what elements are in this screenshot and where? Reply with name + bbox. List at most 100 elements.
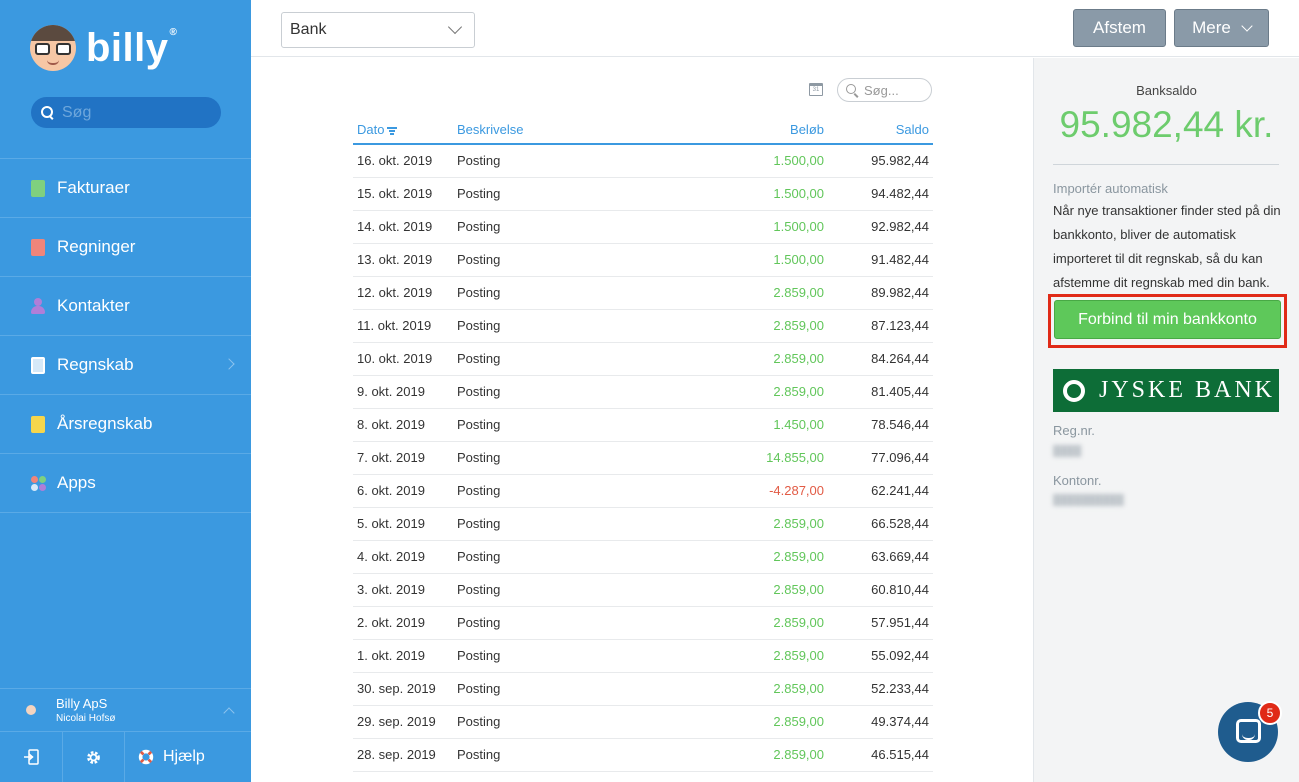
table-row[interactable]: 16. okt. 2019 Posting 1.500,00 95.982,44: [353, 144, 933, 178]
user-name: Nicolai Hofsø: [56, 713, 116, 724]
cell-balance: 91.482,44: [828, 243, 933, 277]
sidebar-search-input[interactable]: [62, 103, 212, 122]
cell-amount: 1.500,00: [653, 210, 828, 244]
sidebar-item-fakturaer[interactable]: Fakturaer: [0, 159, 251, 218]
table-row[interactable]: 2. okt. 2019 Posting 2.859,00 57.951,44: [353, 606, 933, 640]
table-row[interactable]: 29. sep. 2019 Posting 2.859,00 49.374,44: [353, 705, 933, 739]
reg-number-value-redacted: ████: [1053, 446, 1082, 457]
billy-logo[interactable]: billy®: [30, 20, 177, 76]
more-button[interactable]: Mere: [1174, 9, 1269, 47]
cell-description: Posting: [453, 309, 653, 343]
sidebar-search[interactable]: [31, 97, 221, 128]
table-row[interactable]: 30. sep. 2019 Posting 2.859,00 52.233,44: [353, 672, 933, 706]
cell-date: 9. okt. 2019: [353, 375, 453, 409]
cell-amount: 2.859,00: [653, 672, 828, 706]
table-row[interactable]: 11. okt. 2019 Posting 2.859,00 87.123,44: [353, 309, 933, 343]
table-row[interactable]: 12. okt. 2019 Posting 2.859,00 89.982,44: [353, 276, 933, 310]
cell-balance: 94.482,44: [828, 177, 933, 211]
cell-balance: 87.123,44: [828, 309, 933, 343]
cell-date: 10. okt. 2019: [353, 342, 453, 376]
table-row[interactable]: 6. okt. 2019 Posting -4.287,00 62.241,44: [353, 474, 933, 508]
cell-balance: 77.096,44: [828, 441, 933, 475]
settings-button[interactable]: [63, 732, 125, 782]
sort-icon: [387, 126, 398, 135]
cell-amount: 2.859,00: [653, 507, 828, 541]
column-header-balance[interactable]: Saldo: [828, 116, 933, 145]
cell-amount: -4.287,00: [653, 474, 828, 508]
table-search-input[interactable]: [864, 82, 924, 98]
cell-description: Posting: [453, 705, 653, 739]
table-row[interactable]: 7. okt. 2019 Posting 14.855,00 77.096,44: [353, 441, 933, 475]
annual-report-icon: [31, 415, 45, 433]
sidebar-item-aarsregnskab[interactable]: Årsregnskab: [0, 395, 251, 454]
cell-description: Posting: [453, 672, 653, 706]
bank-account-select[interactable]: Bank: [281, 12, 475, 48]
cell-date: 11. okt. 2019: [353, 309, 453, 343]
more-button-label: Mere: [1192, 18, 1231, 37]
help-label: Hjælp: [163, 748, 205, 765]
cell-date: 6. okt. 2019: [353, 474, 453, 508]
top-bar: Bank Afstem Mere: [251, 0, 1299, 57]
table-row[interactable]: 8. okt. 2019 Posting 1.450,00 78.546,44: [353, 408, 933, 442]
reconcile-button-label: Afstem: [1093, 18, 1146, 37]
cell-balance: 57.951,44: [828, 606, 933, 640]
cell-description: Posting: [453, 375, 653, 409]
cell-balance: 52.233,44: [828, 672, 933, 706]
calendar-icon[interactable]: 31: [809, 83, 823, 96]
reconcile-button[interactable]: Afstem: [1073, 9, 1166, 47]
table-row[interactable]: 10. okt. 2019 Posting 2.859,00 84.264,44: [353, 342, 933, 376]
sidebar-item-apps[interactable]: Apps: [0, 454, 251, 513]
sidebar-item-regnskab[interactable]: Regnskab: [0, 336, 251, 395]
cell-date: 7. okt. 2019: [353, 441, 453, 475]
column-header-amount[interactable]: Beløb: [653, 116, 828, 145]
sidebar-item-kontakter[interactable]: Kontakter: [0, 277, 251, 336]
cell-balance: 84.264,44: [828, 342, 933, 376]
sidebar-bottom-bar: Hjælp: [0, 731, 251, 782]
sidebar-item-label: Årsregnskab: [57, 414, 153, 433]
table-row[interactable]: 1. okt. 2019 Posting 2.859,00 55.092,44: [353, 639, 933, 673]
reg-number-label: Reg.nr.: [1053, 423, 1095, 438]
cell-amount: 1.500,00: [653, 243, 828, 277]
table-row[interactable]: 3. okt. 2019 Posting 2.859,00 60.810,44: [353, 573, 933, 607]
connect-bank-button-label: Forbind til min bankkonto: [1078, 310, 1257, 328]
brand-name: billy®: [86, 26, 178, 70]
cell-date: 14. okt. 2019: [353, 210, 453, 244]
cell-description: Posting: [453, 408, 653, 442]
billy-mascot-icon: [30, 25, 76, 71]
cell-date: 30. sep. 2019: [353, 672, 453, 706]
lifebuoy-icon: [138, 749, 154, 765]
cell-amount: 14.855,00: [653, 441, 828, 475]
sidebar-item-label: Fakturaer: [57, 178, 130, 197]
cell-amount: 2.859,00: [653, 276, 828, 310]
table-search[interactable]: [837, 78, 932, 102]
table-row[interactable]: 5. okt. 2019 Posting 2.859,00 66.528,44: [353, 507, 933, 541]
cell-balance: 66.528,44: [828, 507, 933, 541]
cell-description: Posting: [453, 243, 653, 277]
table-row[interactable]: 28. sep. 2019 Posting 2.859,00 46.515,44: [353, 738, 933, 772]
company-switcher[interactable]: Billy ApS Nicolai Hofsø: [0, 688, 251, 731]
cell-description: Posting: [453, 738, 653, 772]
import-description: Når nye transaktioner finder sted på din…: [1053, 203, 1281, 290]
cell-description: Posting: [453, 639, 653, 673]
table-row[interactable]: 9. okt. 2019 Posting 2.859,00 81.405,44: [353, 375, 933, 409]
column-header-description[interactable]: Beskrivelse: [453, 116, 653, 145]
cell-balance: 62.241,44: [828, 474, 933, 508]
sidebar-item-regninger[interactable]: Regninger: [0, 218, 251, 277]
cell-date: 3. okt. 2019: [353, 573, 453, 607]
cell-amount: 1.500,00: [653, 177, 828, 211]
logout-button[interactable]: [0, 732, 63, 782]
connect-bank-button[interactable]: Forbind til min bankkonto: [1054, 300, 1281, 339]
table-row[interactable]: 4. okt. 2019 Posting 2.859,00 63.669,44: [353, 540, 933, 574]
account-number-value-redacted: ██████████: [1053, 495, 1124, 506]
table-row[interactable]: 13. okt. 2019 Posting 1.500,00 91.482,44: [353, 243, 933, 277]
table-row[interactable]: 15. okt. 2019 Posting 1.500,00 94.482,44: [353, 177, 933, 211]
cell-date: 28. sep. 2019: [353, 738, 453, 772]
cell-date: 29. sep. 2019: [353, 705, 453, 739]
table-row[interactable]: 14. okt. 2019 Posting 1.500,00 92.982,44: [353, 210, 933, 244]
invoice-icon: [31, 179, 45, 197]
sidebar-item-label: Kontakter: [57, 296, 130, 315]
help-button[interactable]: Hjælp: [125, 732, 251, 782]
column-header-date[interactable]: Dato: [353, 116, 453, 145]
sidebar-item-label: Regninger: [57, 237, 136, 256]
chevron-up-icon: [223, 707, 235, 719]
